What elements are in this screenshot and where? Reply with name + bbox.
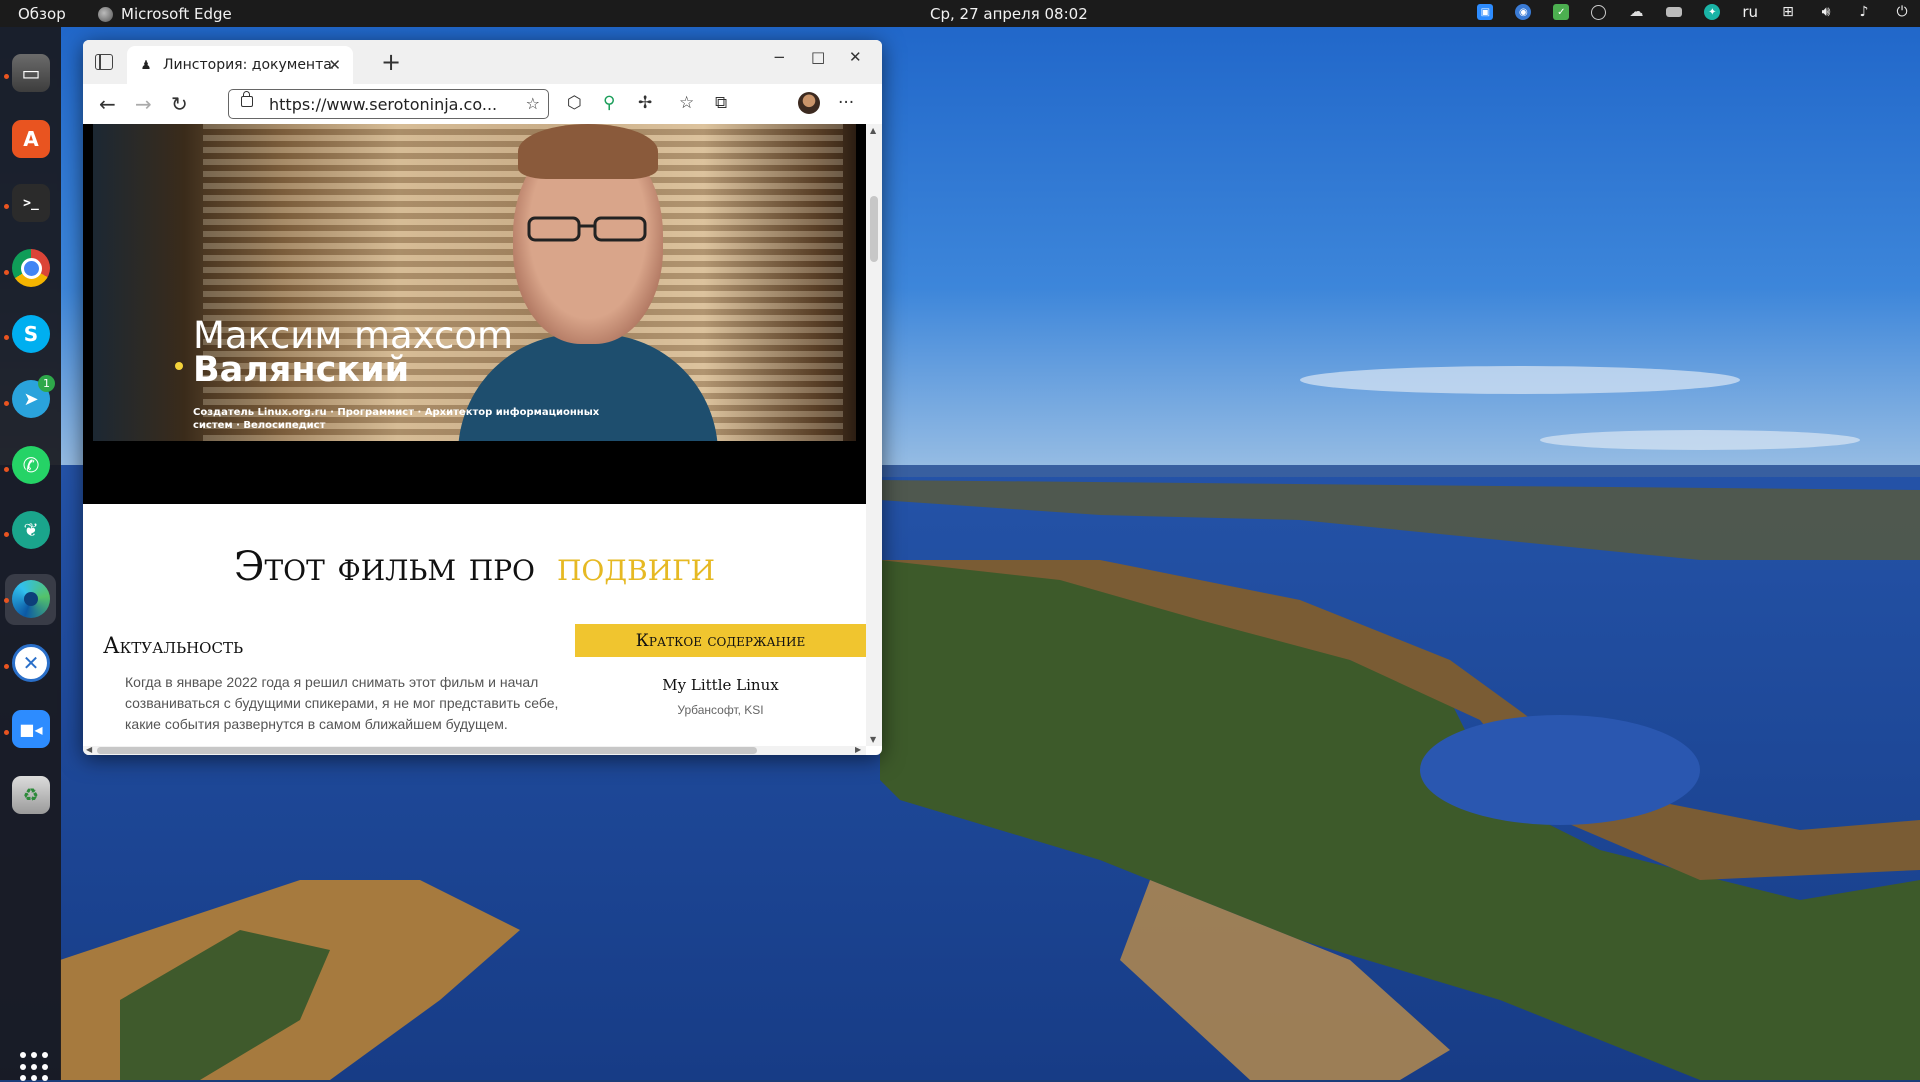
tab-strip: ♟ Линстория: документальный ✕ + − □ ✕ [83,40,882,84]
apps-grid-icon[interactable] [20,1052,50,1082]
app-center-icon[interactable]: A [12,120,50,158]
running-indicator [4,730,9,735]
top-panel: Обзор Microsoft Edge Ср, 27 апреля 08:02… [0,0,1920,27]
edge-icon[interactable] [12,580,50,618]
favorites-icon[interactable]: ☆ [679,93,694,113]
terminal-icon[interactable]: >_ [12,184,50,222]
ninja-icon: ♟ [140,58,152,72]
edge-app-icon [98,6,113,22]
vertical-scrollbar[interactable]: ▲ ▼ [866,124,882,746]
speaker-name-line2: Валянский [193,350,410,390]
chrome-icon[interactable] [12,249,50,287]
video-player[interactable]: Максим maxcom Валянский Создатель Linux.… [83,124,866,504]
card-icon[interactable] [1666,7,1683,17]
browser-toolbar: ← → ↻ https://www.serotoninja.co... ☆ ⬡ … [83,84,882,125]
running-indicator [4,532,9,537]
scroll-down-arrow-icon[interactable]: ▼ [870,735,876,744]
add-favorite-icon[interactable]: ☆ [526,94,540,113]
speaker-caption: Создатель Linux.org.ru · Программист · А… [193,407,600,431]
whatsapp-icon[interactable] [1591,4,1607,20]
running-indicator [4,401,9,406]
page-viewport: Максим maxcom Валянский Создатель Linux.… [83,124,866,746]
new-tab-button[interactable]: + [381,48,401,76]
extension-pin-icon[interactable]: ⚲ [603,93,615,113]
bird-icon[interactable]: ❦ [12,511,50,549]
microphone-icon[interactable]: ♪ [1856,4,1872,20]
active-app-menu[interactable]: Microsoft Edge [98,5,232,23]
minimize-button[interactable]: − [773,48,786,66]
person-hair [518,124,658,179]
running-indicator [4,335,9,340]
zoom-icon[interactable]: ▣ [1477,4,1494,20]
check-icon[interactable]: ✓ [1553,4,1570,20]
weather-icon[interactable]: ☁ [1628,4,1644,20]
vpn-icon[interactable]: ◉ [1515,4,1532,20]
browser-window: ♟ Линстория: документальный ✕ + − □ ✕ ← … [83,40,882,755]
scroll-up-arrow-icon[interactable]: ▲ [870,126,876,135]
power-icon[interactable]: ⏻ [1894,4,1910,20]
more-icon[interactable]: ··· [838,93,854,113]
running-indicator [4,204,9,209]
scroll-right-arrow-icon[interactable]: ▶ [855,745,861,754]
profile-avatar[interactable] [798,92,820,114]
maximize-button[interactable]: □ [811,48,825,66]
url-text: https://www.serotoninja.co... [269,95,498,114]
active-app-label: Microsoft Edge [121,5,232,23]
refresh-button[interactable]: ↻ [171,92,188,116]
telegram-icon[interactable]: ➤ 1 [12,375,55,418]
close-window-button[interactable]: ✕ [849,48,862,66]
relevance-text: Когда в январе 2022 года я решил снимать… [125,674,559,732]
system-tray: ▣ ◉ ✓ ☁ ✦ ru ⊞ 🔊︎ ♪ ⏻ [1477,3,1910,21]
running-indicator [4,598,9,603]
running-indicator [4,664,9,669]
horizontal-scrollbar[interactable]: ◀ ▶ [83,745,866,755]
address-bar[interactable]: https://www.serotoninja.co... ☆ [228,89,549,119]
section-title-relevance: Актуальность [103,634,244,659]
scroll-left-arrow-icon[interactable]: ◀ [86,745,92,754]
tab-linstoria[interactable]: ♟ Линстория: документальный ✕ [127,46,353,84]
clock[interactable]: Ср, 27 апреля 08:02 [930,5,1088,23]
glasses-shape [527,216,647,242]
accent-dot [175,362,183,370]
running-indicator [4,74,9,79]
summary-item-subtitle: Урбансофт, KSI [677,703,764,717]
files-icon[interactable]: ▭ [12,54,50,92]
collections-icon[interactable]: ⧉ [715,93,727,113]
trash-icon[interactable]: ♻ [12,776,50,814]
network-app-icon[interactable]: ✦ [1704,4,1721,20]
extensions-icon[interactable]: ✢ [638,93,652,113]
skype-icon[interactable]: S [12,315,50,353]
back-button[interactable]: ← [99,92,116,116]
headline-part2: подвиги [557,544,716,590]
tab-title: Линстория: документальный [163,57,333,73]
page-headline: Этот фильм про подвиги [83,544,866,590]
activities-button[interactable]: Обзор [18,5,66,23]
extension-shield-icon[interactable]: ⬡ [567,93,582,113]
summary-header: Краткое содержание [575,624,866,657]
running-indicator [4,467,9,472]
volume-icon[interactable]: 🔊︎ [1818,4,1834,20]
remote-icon[interactable]: ✕ [12,644,50,682]
zoom-icon[interactable]: ■◂ [12,710,50,748]
whatsapp-icon[interactable]: ✆ [12,446,50,484]
vertical-scroll-thumb[interactable] [870,196,878,262]
dock: ▭ A >_ S ➤ 1 ✆ ❦ ✕ ■◂ ♻ [0,27,61,1082]
telegram-badge: 1 [38,375,55,392]
network-icon[interactable]: ⊞ [1780,4,1796,20]
language-indicator[interactable]: ru [1742,3,1758,21]
forward-button[interactable]: → [135,92,152,116]
running-indicator [4,270,9,275]
tab-actions-icon[interactable] [95,54,113,70]
lock-icon[interactable] [241,91,253,107]
horizontal-scroll-thumb[interactable] [97,747,757,754]
summary-item-title[interactable]: My Little Linux [575,676,866,694]
video-frame: Максим maxcom Валянский Создатель Linux.… [93,124,856,441]
tab-close-icon[interactable]: ✕ [328,56,341,74]
headline-part1: Этот фильм про [233,544,536,590]
